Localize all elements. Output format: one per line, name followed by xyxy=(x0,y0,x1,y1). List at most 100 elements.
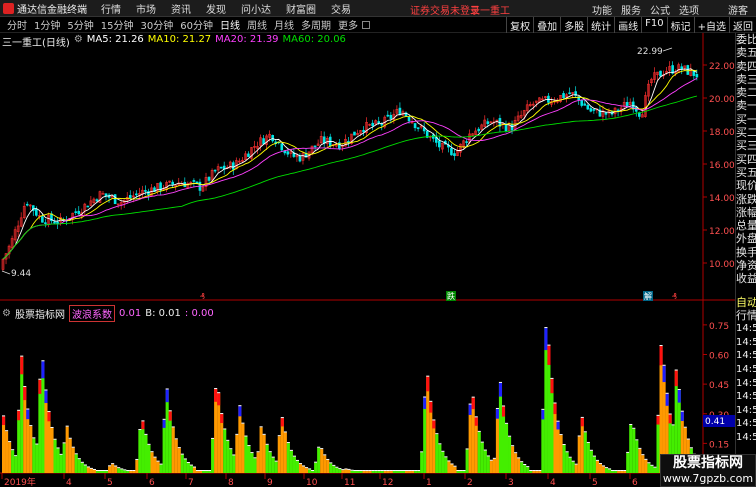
indicator-bar xyxy=(526,467,530,473)
menu-guest[interactable]: 游客 xyxy=(728,2,748,17)
settings-gear-icon[interactable]: ⚙ xyxy=(74,34,83,49)
indicator-line-seg xyxy=(5,430,9,432)
menu-service[interactable]: 服务 xyxy=(621,2,641,17)
indicator-bar xyxy=(80,462,84,473)
indicator-line-seg xyxy=(38,378,42,380)
expand-icon[interactable] xyxy=(361,20,370,29)
menu-item-trade[interactable]: 交易 xyxy=(331,1,351,16)
indicator-line-seg xyxy=(111,463,115,465)
indicator-bar xyxy=(514,453,518,473)
indicator-bar xyxy=(308,469,312,473)
menu-item-market[interactable]: 市场 xyxy=(136,1,156,16)
candle-body xyxy=(192,180,196,182)
quote-field-label: 外盘 xyxy=(736,232,756,246)
indicator-line-seg xyxy=(80,461,84,463)
indicator-bar xyxy=(174,439,178,473)
add-favorite-button[interactable]: +自选 xyxy=(693,17,729,33)
period-more[interactable]: 更多 xyxy=(338,17,358,32)
indicator-line-seg xyxy=(435,433,439,435)
indicator-cap xyxy=(238,406,242,417)
indicator-line-seg xyxy=(571,460,575,462)
indicator-bar xyxy=(250,453,254,473)
back-button[interactable]: 返回 xyxy=(729,17,756,33)
candle-body xyxy=(389,114,393,119)
period-1min[interactable]: 1分钟 xyxy=(34,17,60,32)
period-monthly[interactable]: 月线 xyxy=(274,17,294,32)
indicator-line-seg xyxy=(538,470,542,472)
draw-button[interactable]: 画线 xyxy=(614,17,641,33)
high-price-label: 22.99 xyxy=(637,47,663,57)
period-daily[interactable]: 日线 xyxy=(220,17,240,32)
period-weekly[interactable]: 周线 xyxy=(247,17,267,32)
indicator-line-seg xyxy=(489,459,493,461)
adjust-button[interactable]: 复权 xyxy=(506,17,533,33)
indicator-bar xyxy=(617,471,621,473)
indicator-bar xyxy=(35,444,39,473)
indicator-bar xyxy=(465,449,469,473)
period-15min[interactable]: 15分钟 xyxy=(101,17,134,32)
indicator-settings-icon[interactable]: ⚙ xyxy=(2,308,11,319)
indicator-line-seg xyxy=(462,470,466,472)
indicator-cap xyxy=(662,365,666,383)
candle-body xyxy=(659,70,662,77)
indicator-cap xyxy=(495,408,499,419)
period-intraday[interactable]: 分时 xyxy=(7,17,27,32)
indicator-line-seg xyxy=(617,470,621,472)
indicator-param-label[interactable]: 波浪系数 xyxy=(68,305,115,322)
auto-label[interactable]: 自动 xyxy=(736,296,756,309)
indicator-line-seg xyxy=(235,433,239,435)
indicator-cap xyxy=(47,412,51,422)
quote-label[interactable]: 行情 xyxy=(736,309,756,322)
indicator-bar xyxy=(332,465,336,473)
menu-options[interactable]: 选项 xyxy=(679,2,699,17)
indicator-line-seg xyxy=(659,345,663,347)
indicator-line-seg xyxy=(374,470,378,472)
time-tick-label: 7 xyxy=(188,478,194,487)
candle-body xyxy=(298,155,302,162)
indicator-line-seg xyxy=(450,463,454,465)
indicator-bar xyxy=(401,471,406,473)
menu-item-wealth[interactable]: 财富圈 xyxy=(286,1,316,16)
period-5min[interactable]: 5分钟 xyxy=(67,17,93,32)
menu-item-discover[interactable]: 发现 xyxy=(206,1,226,16)
stock-chart[interactable]: 22.00 20.00 18.00 16.00 14.00 12.00 10.00 0.75… xyxy=(0,33,735,487)
candle-body xyxy=(604,112,608,115)
indicator-line-seg xyxy=(395,470,399,472)
mark-button[interactable]: 标记 xyxy=(666,17,694,33)
indicator-name[interactable]: 股票指标网 xyxy=(15,306,65,321)
indicator-bar xyxy=(83,465,87,473)
period-30min[interactable]: 30分钟 xyxy=(140,17,173,32)
indicator-cap xyxy=(550,378,554,394)
period-60min[interactable]: 60分钟 xyxy=(180,17,213,32)
stats-button[interactable]: 统计 xyxy=(587,17,614,33)
indicator-bar xyxy=(653,467,657,473)
overlay-button[interactable]: 叠加 xyxy=(533,17,560,33)
indicator-bar xyxy=(120,469,124,473)
indicator-bar xyxy=(89,468,93,473)
menu-formula[interactable]: 公式 xyxy=(650,2,670,17)
indicator-cap xyxy=(168,411,172,421)
indicator-line-seg xyxy=(132,470,136,472)
multi-stock-button[interactable]: 多股 xyxy=(560,17,587,33)
indicator-bar xyxy=(523,465,527,473)
menu-item-quotes[interactable]: 行情 xyxy=(101,1,121,16)
f10-button[interactable]: F10 xyxy=(641,17,666,33)
marker-unlock[interactable]: 解 xyxy=(644,291,652,301)
indicator-cap xyxy=(432,420,436,429)
tick-time: 14:5 xyxy=(736,377,756,389)
menu-function[interactable]: 功能 xyxy=(592,2,612,17)
indicator-bar xyxy=(486,456,490,473)
indicator-line-seg xyxy=(317,446,321,448)
stock-name-title: 三一重工 xyxy=(470,6,510,17)
marker-drop[interactable]: 跌 xyxy=(447,291,455,301)
price-axis-labels: 22.00 20.00 18.00 16.00 14.00 12.00 10.00 xyxy=(703,62,735,270)
indicator-line-seg xyxy=(517,457,521,459)
period-multi[interactable]: 多周期 xyxy=(301,17,331,32)
indicator-line-seg xyxy=(295,459,300,461)
candle-body xyxy=(207,176,211,181)
indicator-line-seg xyxy=(389,470,393,472)
indicator-bar xyxy=(29,426,33,473)
menu-item-ask[interactable]: 问小达 xyxy=(241,1,271,16)
menu-item-news[interactable]: 资讯 xyxy=(171,1,191,16)
indicator-line-seg xyxy=(165,388,169,390)
